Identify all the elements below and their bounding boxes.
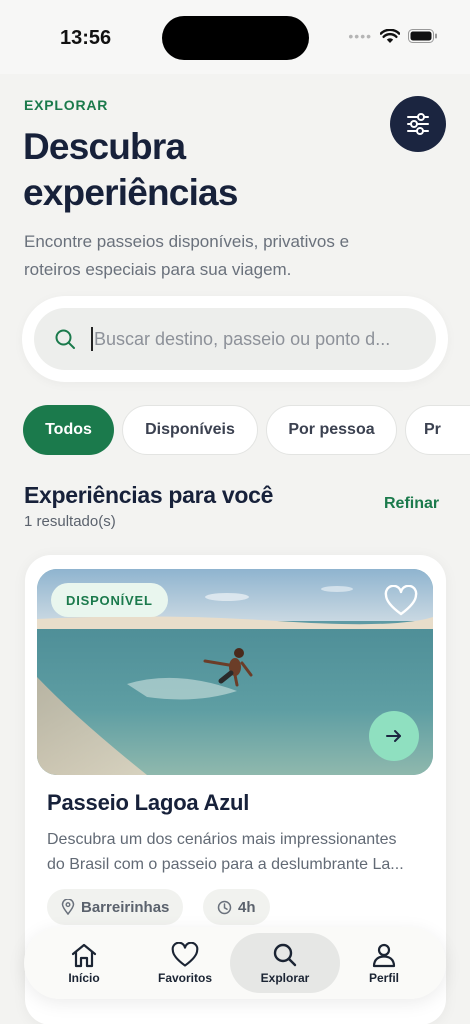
location-tag: Barreirinhas: [47, 889, 184, 925]
search-field[interactable]: [34, 308, 436, 370]
arrow-right-icon: [386, 730, 401, 742]
filters-button[interactable]: [390, 96, 446, 152]
home-icon: [71, 943, 97, 967]
dynamic-island: [162, 16, 309, 60]
chip-todos[interactable]: Todos: [23, 405, 114, 455]
location-label: Barreirinhas: [81, 898, 170, 916]
sliders-icon: [407, 113, 429, 135]
nav-label: Explorar: [260, 970, 310, 985]
duration-label: 4h: [238, 898, 256, 916]
status-time: 13:56: [60, 27, 112, 49]
battery-icon: [408, 29, 437, 43]
nav-item-perfil[interactable]: Perfil: [342, 933, 426, 993]
heart-outline-icon: [384, 585, 418, 616]
open-experience-button[interactable]: [369, 711, 419, 761]
nav-item-favoritos[interactable]: Favoritos: [140, 933, 230, 993]
status-indicators: ••••: [348, 28, 438, 44]
bottom-nav: Início Favoritos Explorar Perfil: [24, 927, 446, 999]
nav-item-inicio[interactable]: Início: [40, 933, 128, 993]
nav-item-explorar[interactable]: Explorar: [230, 933, 340, 993]
description-line: do Brasil com o passeio para a deslumbra…: [47, 856, 404, 873]
signal-icon: ••••: [348, 28, 372, 44]
refine-link[interactable]: Refinar: [384, 495, 439, 513]
nav-label: Perfil: [368, 970, 399, 985]
heart-icon: [171, 941, 199, 967]
clock-icon: [217, 900, 232, 914]
user-icon: [372, 943, 396, 967]
nav-label: Favoritos: [157, 970, 212, 985]
chip-por-pessoa[interactable]: Por pessoa: [266, 405, 397, 455]
filter-chips: Todos Disponíveis Por pessoa Pr: [23, 405, 470, 455]
experience-photo: DISPONÍVEL: [37, 569, 433, 775]
chip-disponiveis[interactable]: Disponíveis: [122, 405, 258, 455]
search-icon: [55, 329, 75, 349]
page-title: Descubra experiências: [23, 126, 238, 213]
status-badge: DISPONÍVEL: [51, 583, 168, 617]
status-bar: 13:56 ••••: [0, 0, 470, 74]
search-container: [22, 296, 448, 382]
experience-title: Passeio Lagoa Azul: [47, 790, 250, 815]
duration-tag: 4h: [203, 889, 270, 925]
nav-label: Início: [68, 970, 100, 985]
chip-privativos[interactable]: Pr: [405, 405, 470, 455]
wifi-icon: [380, 28, 400, 43]
section-title: Experiências para você: [24, 482, 274, 508]
text-cursor: [91, 327, 93, 351]
map-pin-icon: [61, 899, 75, 915]
experience-description: Descubra um dos cenários mais impression…: [47, 827, 427, 877]
result-count: 1 resultado(s): [24, 513, 116, 530]
description-line: Descubra um dos cenários mais impression…: [47, 831, 397, 848]
page-eyebrow: EXPLORAR: [24, 97, 109, 113]
search-input[interactable]: [94, 323, 424, 355]
page-subtitle: Encontre passeios disponíveis, privativo…: [24, 232, 350, 279]
favorite-button[interactable]: [383, 583, 419, 619]
search-icon: [273, 943, 297, 966]
